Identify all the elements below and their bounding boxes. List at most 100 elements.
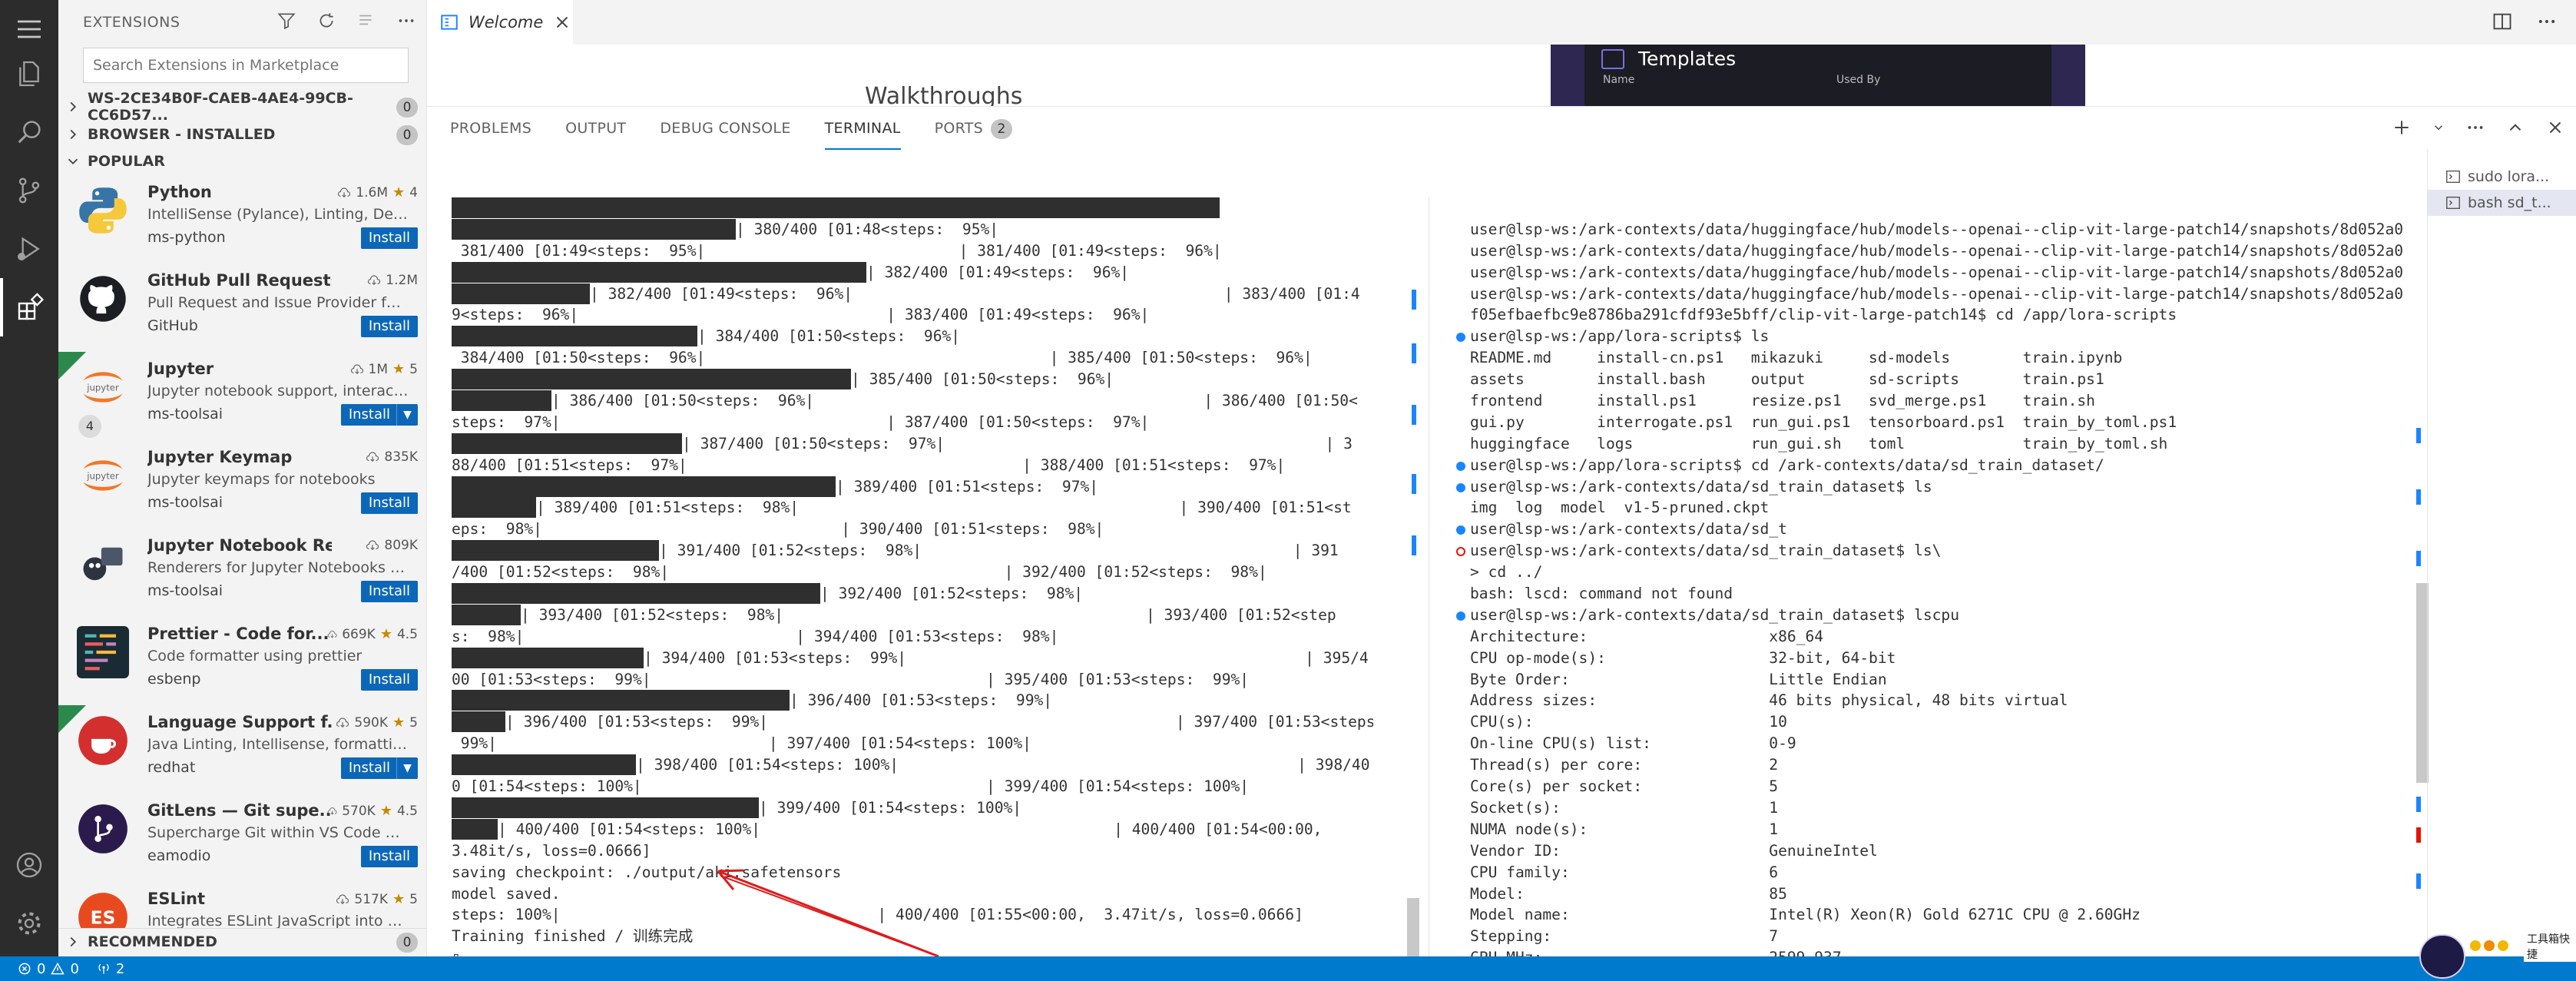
command-success-icon[interactable]: [1456, 482, 1465, 492]
extension-item-python[interactable]: Python 1.6M ★ 4 IntelliSense (Pylance), …: [58, 175, 426, 263]
install-button[interactable]: Install: [360, 227, 418, 249]
ports-status[interactable]: 2: [96, 961, 124, 977]
tab-debug-console[interactable]: DEBUG CONSOLE: [660, 107, 790, 150]
maximize-panel-icon[interactable]: [2505, 118, 2525, 138]
terminal-line-text: steps: 100%| | 400/400 [01:55<00:00, 3.4…: [452, 906, 1303, 924]
tab-label: Welcome: [469, 13, 544, 31]
search-icon[interactable]: [0, 103, 58, 161]
floating-toolbox-widget[interactable]: 工具箱快捷: [2412, 931, 2576, 981]
install-button[interactable]: Install: [360, 316, 418, 337]
svg-text:jupyter: jupyter: [86, 470, 119, 481]
extension-stats: 1M ★ 5: [327, 361, 418, 377]
install-label: Install: [348, 760, 390, 776]
templates-preview-image: Templates Name Used By: [1551, 45, 2085, 106]
split-editor-icon[interactable]: [2492, 11, 2513, 32]
extensions-search-input[interactable]: [83, 48, 409, 83]
explorer-icon[interactable]: [0, 45, 58, 103]
tab-welcome[interactable]: Welcome: [427, 0, 573, 45]
tab-output[interactable]: OUTPUT: [565, 107, 626, 150]
chevron-right-icon: [70, 129, 77, 140]
github-logo-icon: [80, 276, 126, 322]
install-button[interactable]: Install: [360, 846, 418, 867]
install-button[interactable]: Install: [360, 669, 418, 691]
extension-item-gitlens[interactable]: GitLens — Git supe... 570K ★ 4.5 Superch…: [58, 794, 426, 882]
terminal-line-text: CPU family: 6: [1470, 863, 1779, 881]
command-success-icon[interactable]: [1456, 525, 1465, 535]
terminal-line-text: | 382/400 [01:49<steps: 96%| | 383/400 […: [590, 284, 1360, 303]
install-button[interactable]: Install: [360, 492, 418, 514]
install-button[interactable]: Install ▼: [340, 757, 418, 779]
extension-publisher: ms-toolsai: [147, 494, 223, 511]
rating: 4: [409, 184, 418, 201]
terminal-left-scrollbar[interactable]: [1407, 898, 1419, 959]
extension-item-java-language-support[interactable]: Language Support f... 590K ★ 5 Java Lint…: [58, 705, 426, 794]
terminal-line-text: CPU op-mode(s): 32-bit, 64-bit: [1470, 648, 1896, 667]
close-panel-icon[interactable]: [2545, 118, 2565, 138]
extension-name: Jupyter Notebook Rend...: [147, 536, 332, 555]
radio-tower-icon: [98, 963, 109, 974]
install-button[interactable]: Install: [360, 581, 418, 602]
section-recommended[interactable]: RECOMMENDED 0: [58, 928, 426, 954]
terminal-right-output[interactable]: user@lsp-ws:/ark-contexts/data/huggingfa…: [1452, 197, 2488, 958]
error-icon: [18, 963, 31, 975]
refresh-icon[interactable]: [316, 11, 336, 31]
section-popular[interactable]: POPULAR: [58, 148, 426, 174]
terminal-line: | 385/400 [01:50<steps: 96%|: [452, 369, 1373, 390]
command-success-icon[interactable]: [1456, 461, 1465, 471]
problems-status[interactable]: 0 0: [17, 961, 79, 977]
extension-item-jupyter-keymap[interactable]: jupyter Jupyter Keymap 835K Jupyter keym…: [58, 440, 426, 529]
section-workspace[interactable]: WS-2CE34B0F-CAEB-4AE4-99CB-CC6D57... 0: [58, 90, 426, 124]
extension-item-github-pull-requests[interactable]: GitHub Pull Requests an... 1.2M Pull Req…: [58, 263, 426, 352]
chevron-right-icon: [70, 936, 77, 947]
settings-gear-icon[interactable]: [0, 894, 58, 953]
terminal-line: Byte Order: Little Endian: [1470, 669, 2488, 691]
chevron-down-icon[interactable]: [2432, 121, 2445, 134]
terminal-line: 3.48it/s, loss=0.0666]: [452, 840, 1373, 862]
clear-icon[interactable]: [356, 11, 376, 31]
close-icon[interactable]: [552, 12, 572, 32]
more-actions-icon[interactable]: [2536, 11, 2558, 32]
terminal-line: | 393/400 [01:52<steps: 98%| | 393/400 […: [452, 604, 1373, 626]
terminal-line-text: Socket(s): 1: [1470, 798, 1779, 817]
terminal-line: 9<steps: 96%| | 383/400 [01:49<steps: 96…: [452, 304, 1373, 326]
tab-terminal[interactable]: TERMINAL: [824, 107, 901, 150]
command-success-icon[interactable]: [1456, 333, 1465, 343]
terminal-line: Address sizes: 46 bits physical, 48 bits…: [1470, 690, 2488, 711]
account-icon[interactable]: [0, 836, 58, 894]
install-button[interactable]: Install ▼: [340, 404, 418, 426]
tab-ports[interactable]: PORTS 2: [934, 107, 1013, 150]
filter-icon[interactable]: [276, 11, 296, 31]
extension-stats: 1.6M ★ 4: [327, 184, 418, 201]
extension-item-prettier[interactable]: Prettier - Code for... 669K ★ 4.5 Code f…: [58, 617, 426, 705]
tab-problems[interactable]: PROBLEMS: [450, 107, 531, 150]
command-success-icon[interactable]: [1456, 611, 1465, 621]
terminal-line: saving checkpoint: ./output/aki.safetens…: [452, 862, 1373, 883]
terminal-line: user@lsp-ws:/ark-contexts/data/huggingfa…: [1470, 219, 2488, 240]
command-failed-icon[interactable]: [1456, 547, 1465, 557]
terminal-instance-bash[interactable]: bash sd_t...: [2428, 190, 2576, 216]
section-browser-installed[interactable]: BROWSER - INSTALLED 0: [58, 121, 426, 147]
avatar[interactable]: [2419, 934, 2465, 979]
more-actions-icon[interactable]: [2465, 118, 2485, 138]
download-count: 590K: [354, 714, 389, 731]
terminal-instance-sudo[interactable]: sudo lora...: [2428, 164, 2576, 190]
more-actions-icon[interactable]: [396, 11, 416, 31]
extension-description: Pull Request and Issue Provider for ...: [147, 294, 409, 311]
terminal-line: | 391/400 [01:52<steps: 98%| | 391: [452, 540, 1373, 562]
new-terminal-icon[interactable]: [2392, 118, 2412, 138]
tab-ports-label: PORTS: [934, 120, 984, 137]
terminal-line-text: CPU(s): 10: [1470, 713, 1787, 731]
templates-title: Templates: [1638, 48, 1737, 70]
terminal-left-output[interactable]: | 380/400 [01:48<steps: 95%| 381/400 [01…: [452, 197, 1373, 958]
run-debug-icon[interactable]: [0, 220, 58, 278]
extensions-icon[interactable]: [0, 278, 58, 336]
terminal-line-text: assets install.bash output sd-scripts tr…: [1470, 370, 2104, 389]
install-dropdown-icon[interactable]: ▼: [396, 757, 418, 779]
source-control-icon[interactable]: [0, 161, 58, 220]
terminal-line: | 380/400 [01:48<steps: 95%|: [452, 218, 1373, 240]
terminal-line-text: | 384/400 [01:50<steps: 96%|: [697, 327, 961, 346]
download-count: 669K: [342, 626, 376, 642]
install-dropdown-icon[interactable]: ▼: [396, 404, 418, 426]
extension-item-jupyter[interactable]: jupyter 4 Jupyter 1M ★ 5 Jupyter noteboo…: [58, 352, 426, 440]
extension-item-jupyter-renderers[interactable]: Jupyter Notebook Rend... 809K Renderers …: [58, 529, 426, 617]
